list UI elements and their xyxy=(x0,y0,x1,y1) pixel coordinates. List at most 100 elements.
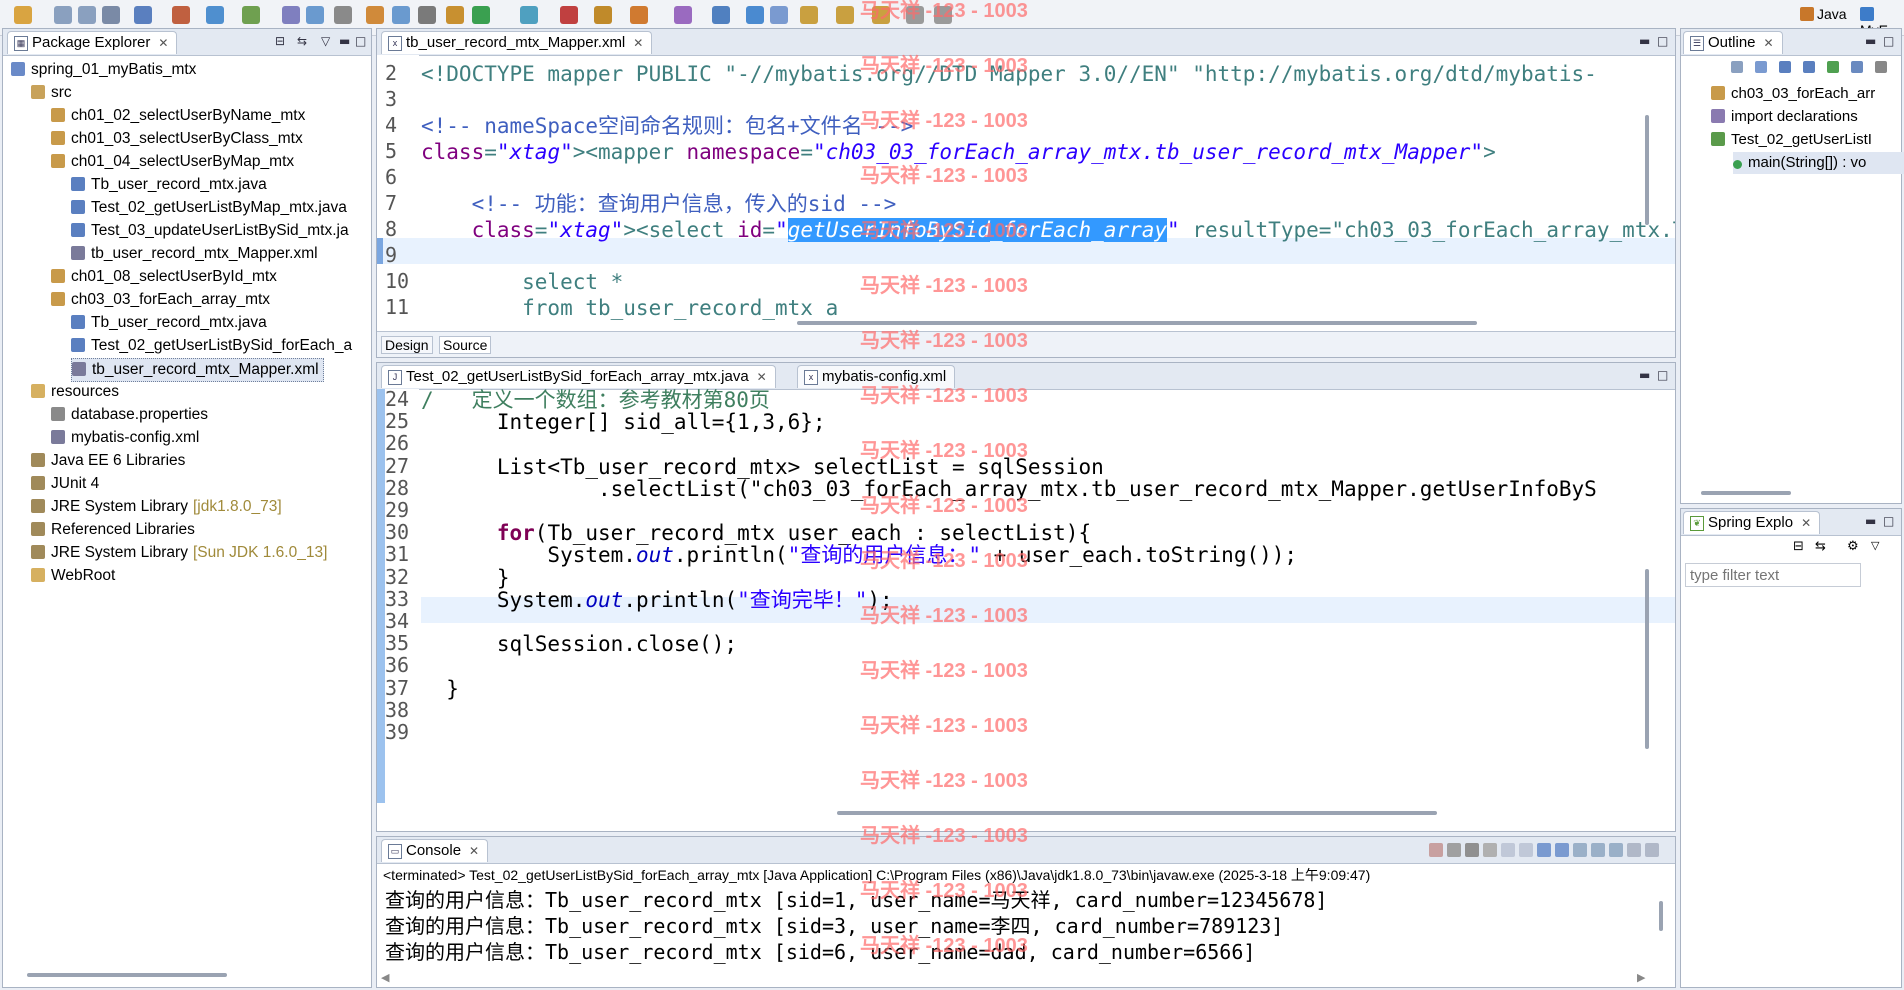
toolbar-button-icon[interactable] xyxy=(418,6,436,24)
tree-item[interactable]: tb_user_record_mtx_Mapper.xml xyxy=(71,243,318,265)
pin-console-icon[interactable] xyxy=(1573,843,1587,857)
outline-item[interactable]: main(String[]) : vo xyxy=(1733,152,1904,174)
toolbar-button-icon[interactable] xyxy=(594,6,612,24)
maximize-icon[interactable]: □ xyxy=(1657,34,1668,48)
display-console-icon[interactable] xyxy=(1591,843,1605,857)
hide-local-types-icon[interactable] xyxy=(1851,61,1863,73)
toolbar-button-icon[interactable] xyxy=(306,6,324,24)
tree-item[interactable]: database.properties xyxy=(51,404,208,426)
toolbar-button-icon[interactable] xyxy=(172,6,190,24)
tree-item[interactable]: tb_user_record_mtx_Mapper.xml xyxy=(71,358,324,382)
tree-item[interactable]: ch01_03_selectUserByClass_mtx xyxy=(51,128,303,150)
tab-spring-explorer[interactable]: ❦ Spring Explo ✕ xyxy=(1683,511,1821,534)
tab-console[interactable]: ▭ Console ✕ xyxy=(381,839,489,862)
toolbar-button-icon[interactable] xyxy=(630,6,648,24)
toolbar-button-icon[interactable] xyxy=(446,6,464,24)
word-wrap-icon[interactable] xyxy=(1519,843,1533,857)
maximize-icon[interactable]: □ xyxy=(1657,368,1668,382)
minimize-icon[interactable]: ▬ xyxy=(1639,34,1650,48)
toolbar-button-icon[interactable] xyxy=(836,6,854,24)
minimize-icon[interactable]: ▬ xyxy=(339,34,350,48)
tree-item[interactable]: ch01_04_selectUserByMap_mtx xyxy=(51,151,294,173)
maximize-icon[interactable]: □ xyxy=(355,34,366,48)
toolbar-button-icon[interactable] xyxy=(560,6,578,24)
toolbar-button-icon[interactable] xyxy=(54,6,72,24)
remove-launch-icon[interactable] xyxy=(1447,843,1461,857)
tree-item[interactable]: mybatis-config.xml xyxy=(51,427,199,449)
toolbar-button-icon[interactable] xyxy=(712,6,730,24)
toolbar-button-icon[interactable] xyxy=(392,6,410,24)
remove-all-icon[interactable] xyxy=(1465,843,1479,857)
link-editor-icon[interactable]: ⇆ xyxy=(297,34,307,48)
tab-source[interactable]: Source xyxy=(439,336,492,354)
tree-item[interactable]: JRE System Library [jdk1.8.0_73] xyxy=(31,496,282,518)
toolbar-button-icon[interactable] xyxy=(770,6,788,24)
tab-package-explorer[interactable]: ▦ Package Explorer ✕ xyxy=(7,31,178,54)
toolbar-button-icon[interactable] xyxy=(334,6,352,24)
collapse-all-icon[interactable] xyxy=(1731,61,1743,73)
view-menu-icon[interactable] xyxy=(1875,61,1887,73)
tree-item[interactable]: spring_01_myBatis_mtx xyxy=(11,59,196,81)
outline-item[interactable]: ch03_03_forEach_arr xyxy=(1711,83,1875,105)
tab-mapper-xml[interactable]: x tb_user_record_mtx_Mapper.xml ✕ xyxy=(381,31,653,54)
maximize-icon[interactable]: □ xyxy=(1883,34,1894,48)
close-icon[interactable]: ✕ xyxy=(158,36,168,50)
horizontal-scrollbar[interactable] xyxy=(27,973,227,977)
tree-item[interactable]: Tb_user_record_mtx.java xyxy=(71,174,267,196)
collapse-all-icon[interactable]: ⊟ xyxy=(275,34,285,48)
close-icon[interactable]: ✕ xyxy=(633,36,643,50)
link-editor-icon[interactable]: ⇆ xyxy=(1815,539,1826,554)
toolbar-button-icon[interactable] xyxy=(366,6,384,24)
maximize-icon[interactable]: □ xyxy=(1883,514,1894,528)
show-on-error-icon[interactable] xyxy=(1555,843,1569,857)
vertical-scrollbar[interactable] xyxy=(1659,901,1663,931)
close-icon[interactable]: ✕ xyxy=(1764,36,1774,50)
tree-item[interactable]: WebRoot xyxy=(31,565,115,587)
xml-code-area[interactable]: 2 <!DOCTYPE mapper PUBLIC "-//mybatis.org… xyxy=(377,55,1675,345)
toolbar-button-icon[interactable] xyxy=(14,6,32,24)
tree-item[interactable]: ch01_08_selectUserById_mtx xyxy=(51,266,277,288)
toolbar-button-icon[interactable] xyxy=(206,6,224,24)
toolbar-button-icon[interactable] xyxy=(520,6,538,24)
toolbar-button-icon[interactable] xyxy=(102,6,120,24)
tree-item[interactable]: Referenced Libraries xyxy=(31,519,195,541)
toolbar-button-icon[interactable] xyxy=(746,6,764,24)
show-on-output-icon[interactable] xyxy=(1537,843,1551,857)
tree-item[interactable]: Test_03_updateUserListBySid_mtx.ja xyxy=(71,220,349,242)
toolbar-button-icon[interactable] xyxy=(78,6,96,24)
scroll-left-icon[interactable]: ◀ xyxy=(381,971,389,984)
horizontal-scrollbar[interactable] xyxy=(837,811,1437,815)
tree-item[interactable]: resources xyxy=(31,381,119,403)
horizontal-scrollbar[interactable] xyxy=(1701,491,1791,495)
toolbar-button-icon[interactable] xyxy=(472,6,490,24)
minimize-icon[interactable]: ▬ xyxy=(1639,368,1650,382)
hide-fields-icon[interactable] xyxy=(1779,61,1791,73)
vertical-scrollbar[interactable] xyxy=(1645,115,1649,225)
hide-static-icon[interactable] xyxy=(1803,61,1815,73)
close-icon[interactable]: ✕ xyxy=(757,370,767,384)
close-icon[interactable]: ✕ xyxy=(1801,516,1811,530)
outline-item[interactable]: Test_02_getUserListI xyxy=(1711,129,1872,151)
collapse-all-icon[interactable]: ⊟ xyxy=(1793,539,1804,554)
filter-input[interactable] xyxy=(1685,563,1861,587)
minimize-icon[interactable] xyxy=(1627,843,1641,857)
tree-item[interactable]: JRE System Library [Sun JDK 1.6.0_13] xyxy=(31,542,327,564)
tab-design[interactable]: Design xyxy=(381,336,433,354)
minimize-icon[interactable]: ▬ xyxy=(1865,514,1876,528)
clear-console-icon[interactable] xyxy=(1483,843,1497,857)
terminate-icon[interactable] xyxy=(1429,843,1443,857)
toolbar-button-icon[interactable] xyxy=(134,6,152,24)
tree-item[interactable]: src xyxy=(31,82,72,104)
view-menu-icon[interactable]: ▽ xyxy=(1871,539,1879,552)
toolbar-button-icon[interactable] xyxy=(242,6,260,24)
tab-outline[interactable]: ☰ Outline ✕ xyxy=(1683,31,1783,54)
tree-item[interactable]: Java EE 6 Libraries xyxy=(31,450,185,472)
toolbar-button-icon[interactable] xyxy=(800,6,818,24)
vertical-scrollbar[interactable] xyxy=(1645,569,1649,749)
maximize-icon[interactable] xyxy=(1645,843,1659,857)
tree-item[interactable]: JUnit 4 xyxy=(31,473,99,495)
toolbar-button-icon[interactable] xyxy=(674,6,692,24)
scroll-right-icon[interactable]: ▶ xyxy=(1637,971,1645,984)
hide-nonpublic-icon[interactable] xyxy=(1827,61,1839,73)
filter-icon[interactable]: ⚙ xyxy=(1847,539,1859,554)
